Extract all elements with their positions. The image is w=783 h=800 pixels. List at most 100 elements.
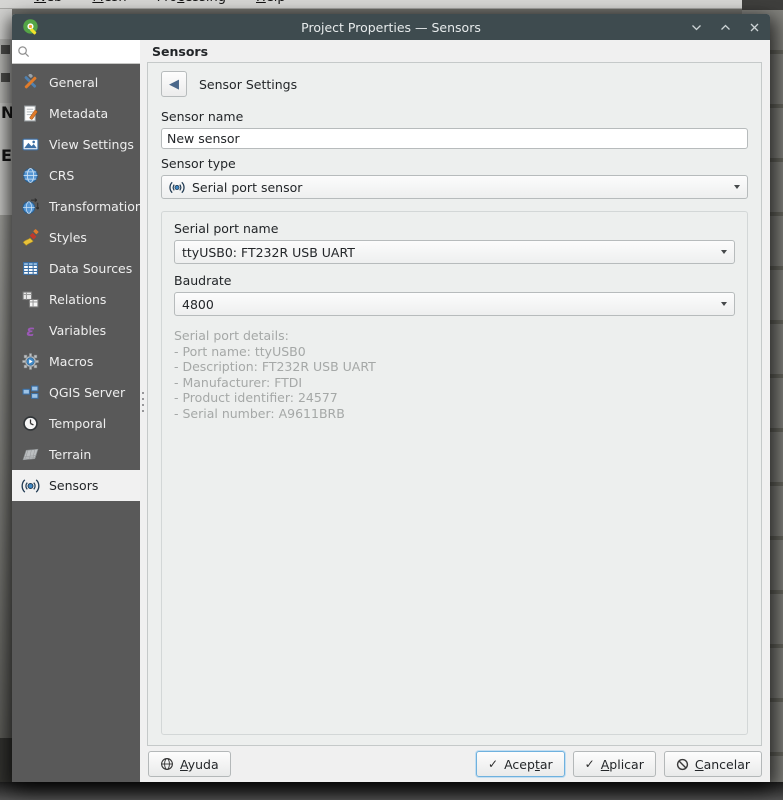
background-toolbar-fragment bbox=[0, 9, 12, 39]
details-line: - Manufacturer: FTDI bbox=[174, 374, 303, 390]
details-line: - Description: FT232R USB UART bbox=[174, 359, 376, 375]
serial-port-value: ttyUSB0: FT232R USB UART bbox=[182, 244, 355, 260]
sidebar-item-label: General bbox=[49, 75, 99, 90]
search-input[interactable] bbox=[34, 43, 135, 60]
sidebar-item-label: Metadata bbox=[49, 106, 109, 121]
sidebar-item-terrain[interactable]: Terrain bbox=[12, 439, 140, 470]
menu-item-processing[interactable]: Processing bbox=[157, 0, 226, 8]
background-menubar: Web Mesh Processing Help bbox=[0, 0, 742, 9]
sidebar-item-relations[interactable]: Relations bbox=[12, 284, 140, 315]
serial-port-dropdown[interactable]: ttyUSB0: FT232R USB UART bbox=[174, 240, 735, 264]
settings-title: Sensor Settings bbox=[199, 76, 298, 92]
help-button[interactable]: Ayuda bbox=[148, 751, 231, 777]
background-bottom-shadow bbox=[0, 782, 783, 800]
dialog-title: Project Properties — Sensors bbox=[301, 19, 481, 35]
globe-arrows-icon bbox=[21, 197, 40, 216]
sidebar-item-label: Relations bbox=[49, 292, 107, 307]
globe-icon bbox=[21, 166, 40, 185]
cancel-button-label: Cancelar bbox=[694, 756, 750, 772]
background-left-strip: N EP bbox=[0, 9, 12, 782]
menu-item-web[interactable]: Web bbox=[34, 0, 62, 8]
view-settings-icon bbox=[21, 135, 40, 154]
background-corner-fragment bbox=[742, 0, 783, 10]
sensor-icon bbox=[169, 180, 186, 194]
back-button[interactable]: ◀ bbox=[161, 71, 187, 97]
apply-button[interactable]: ✓ Aplicar bbox=[572, 751, 656, 777]
sidebar-item-label: Data Sources bbox=[49, 261, 133, 276]
sensor-name-input[interactable] bbox=[161, 128, 748, 149]
check-icon: ✓ bbox=[584, 757, 595, 771]
sidebar-item-macros[interactable]: Macros bbox=[12, 346, 140, 377]
sidebar-item-transformations[interactable]: Transformations bbox=[12, 191, 140, 222]
baudrate-value: 4800 bbox=[182, 296, 214, 312]
sidebar-item-label: Temporal bbox=[49, 416, 107, 431]
clock-icon bbox=[21, 414, 40, 433]
relations-tables-icon bbox=[21, 290, 40, 309]
dialog-button-box: Ayuda ✓ Aceptar ✓ Aplicar Cancelar bbox=[140, 746, 770, 782]
sidebar-item-qgis-server[interactable]: QGIS Server bbox=[12, 377, 140, 408]
sidebar-item-data-sources[interactable]: Data Sources bbox=[12, 253, 140, 284]
background-gradient-fragment bbox=[0, 215, 12, 738]
dialog-titlebar[interactable]: Project Properties — Sensors bbox=[12, 14, 770, 40]
minimize-icon[interactable] bbox=[690, 21, 702, 33]
details-line: - Port name: ttyUSB0 bbox=[174, 343, 306, 359]
sidebar-item-label: Styles bbox=[49, 230, 87, 245]
cancel-button[interactable]: Cancelar bbox=[663, 751, 762, 777]
sidebar-item-temporal[interactable]: Temporal bbox=[12, 408, 140, 439]
chevron-down-icon bbox=[734, 185, 740, 189]
sensor-type-dropdown[interactable]: Serial port sensor bbox=[161, 175, 748, 199]
details-line: - Product identifier: 24577 bbox=[174, 390, 338, 406]
sensor-name-label: Sensor name bbox=[161, 109, 244, 124]
sidebar-item-sensors[interactable]: Sensors bbox=[12, 470, 140, 501]
sidebar-item-crs[interactable]: CRS bbox=[12, 160, 140, 191]
qgis-logo-icon bbox=[22, 18, 40, 36]
table-icon bbox=[21, 259, 40, 278]
sensor-icon bbox=[21, 476, 40, 495]
sidebar-item-general[interactable]: General bbox=[12, 67, 140, 98]
sidebar-splitter[interactable] bbox=[140, 62, 147, 746]
apply-button-label: Aplicar bbox=[600, 756, 644, 772]
sidebar-nav: General Metadata View Settings CRS Trans… bbox=[12, 64, 140, 782]
baudrate-label: Baudrate bbox=[174, 273, 232, 288]
close-icon[interactable] bbox=[748, 21, 760, 33]
background-icon-fragment bbox=[1, 73, 10, 82]
sidebar-item-styles[interactable]: Styles bbox=[12, 222, 140, 253]
sidebar-item-label: QGIS Server bbox=[49, 385, 126, 400]
paintbrush-icon bbox=[21, 228, 40, 247]
serial-port-details: Serial port details: - Port name: ttyUSB… bbox=[174, 328, 735, 422]
check-icon: ✓ bbox=[488, 757, 499, 771]
maximize-icon[interactable] bbox=[719, 21, 731, 33]
chevron-down-icon bbox=[721, 302, 727, 306]
menu-item-help[interactable]: Help bbox=[256, 0, 286, 8]
epsilon-icon: ε bbox=[26, 321, 35, 340]
sensor-type-value: Serial port sensor bbox=[192, 179, 303, 195]
baudrate-dropdown[interactable]: 4800 bbox=[174, 292, 735, 316]
ok-button-label: Aceptar bbox=[504, 756, 553, 772]
background-text-fragment: N EP bbox=[0, 103, 12, 215]
sensor-type-label: Sensor type bbox=[161, 156, 236, 171]
chevron-down-icon bbox=[721, 250, 727, 254]
sidebar-item-label: CRS bbox=[49, 168, 75, 183]
menu-item-mesh[interactable]: Mesh bbox=[92, 0, 126, 8]
sidebar-item-variables[interactable]: ε Variables bbox=[12, 315, 140, 346]
search-icon bbox=[17, 45, 30, 58]
sidebar-item-view-settings[interactable]: View Settings bbox=[12, 129, 140, 160]
sidebar-search-box[interactable] bbox=[12, 40, 140, 64]
serial-port-label: Serial port name bbox=[174, 221, 279, 236]
document-pencil-icon bbox=[21, 104, 40, 123]
details-line: - Serial number: A9611BRB bbox=[174, 405, 345, 421]
page-title: Sensors bbox=[152, 43, 209, 59]
sidebar-item-metadata[interactable]: Metadata bbox=[12, 98, 140, 129]
ok-button[interactable]: ✓ Aceptar bbox=[476, 751, 565, 777]
sidebar-item-label: Terrain bbox=[49, 447, 92, 462]
back-arrow-icon: ◀ bbox=[169, 76, 179, 92]
sidebar-item-label: View Settings bbox=[49, 137, 134, 152]
sidebar-item-label: Transformations bbox=[49, 199, 140, 214]
help-globe-icon bbox=[160, 757, 174, 771]
splitter-handle[interactable] bbox=[142, 392, 144, 416]
help-button-label: Ayuda bbox=[180, 756, 219, 772]
background-letters-ep: EP bbox=[1, 146, 12, 165]
serial-port-group: Serial port name ttyUSB0: FT232R USB UAR… bbox=[161, 211, 748, 735]
background-icon-fragment bbox=[1, 45, 10, 54]
sidebar-item-label: Macros bbox=[49, 354, 94, 369]
